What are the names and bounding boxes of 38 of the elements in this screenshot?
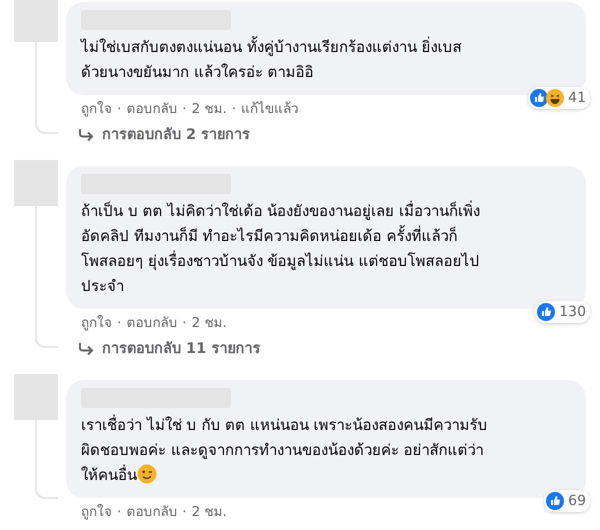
view-replies-link[interactable]: การตอบกลับ 11 รายการ — [66, 332, 586, 370]
separator-dot: · — [182, 101, 187, 118]
reaction-number: 130 — [559, 304, 586, 320]
reply-link[interactable]: ตอบกลับ — [126, 504, 178, 521]
view-replies-link[interactable]: การตอบกลับ 2 รายการ — [66, 118, 586, 156]
reaction-count[interactable]: 41 — [528, 87, 590, 109]
like-link[interactable]: ถูกใจ — [81, 101, 112, 118]
separator-dot: · — [117, 504, 122, 521]
reply-arrow-icon — [78, 342, 94, 356]
separator-dot: · — [182, 504, 187, 521]
avatar[interactable] — [14, 374, 58, 420]
edited-label: แก้ไขแล้ว — [241, 101, 300, 118]
winking-face-icon — [137, 464, 157, 484]
separator-dot: · — [117, 315, 122, 332]
separator-dot: · — [182, 315, 187, 332]
timestamp: 2 ชม. — [192, 504, 227, 521]
reaction-count[interactable]: 69 — [544, 490, 590, 512]
avatar[interactable] — [14, 0, 58, 42]
reply-arrow-icon — [78, 128, 94, 142]
laughing-face-icon — [546, 89, 564, 107]
thumbs-up-icon — [530, 89, 548, 107]
reply-link[interactable]: ตอบกลับ — [126, 101, 178, 118]
like-link[interactable]: ถูกใจ — [81, 315, 112, 332]
timestamp: 2 ชม. — [192, 315, 227, 332]
reaction-number: 69 — [568, 493, 586, 509]
comment-text: ไม่ใช่เบสกับตงตงแน่นอน ทั้งคู่บ้างานเรียกร้องแต่งาน ยิ่งเบส ด้วยนางขยันมาก แล้วใครอ่ะ ตามอิอิ — [81, 35, 463, 83]
comment-text: เราเชื่อว่า ไม่ใช่ บ กับ ตต แหน่นอน เพราะน้องสองคนมีความรับ ผิดชอบพอค่ะ และดูจากการทำงานของน้องด้วยค่ะ อย่าสักแต่ว่า ให้คนอื่น — [81, 414, 489, 486]
avatar[interactable] — [14, 160, 58, 206]
separator-dot: · — [117, 101, 122, 118]
reply-link[interactable]: ตอบกลับ — [126, 315, 178, 332]
reaction-count[interactable]: 130 — [535, 301, 590, 323]
comment-text: ถ้าเป็น บ ตต ไม่คิดว่าใช่เด้อ น้องยังของานอยู่เลย เมื่อวานก็เพิ่ง อัดคลิป ทีมงานก็มี ทำอะไรมีความคิดหน่อยเด้อ ครั้งที่แล้วก็ โพสลอยๆ ยุ่งเรื่องชาวบ้านจัง ข้อมูลไม่แน่น แต่ชอบโพสลอยไป ประจำ — [81, 200, 481, 297]
thumbs-up-icon — [546, 492, 564, 510]
timestamp: 2 ชม. — [192, 101, 227, 118]
like-link[interactable]: ถูกใจ — [81, 504, 112, 521]
thumbs-up-icon — [537, 303, 556, 321]
separator-dot: · — [232, 101, 236, 118]
reaction-number: 41 — [568, 90, 586, 106]
